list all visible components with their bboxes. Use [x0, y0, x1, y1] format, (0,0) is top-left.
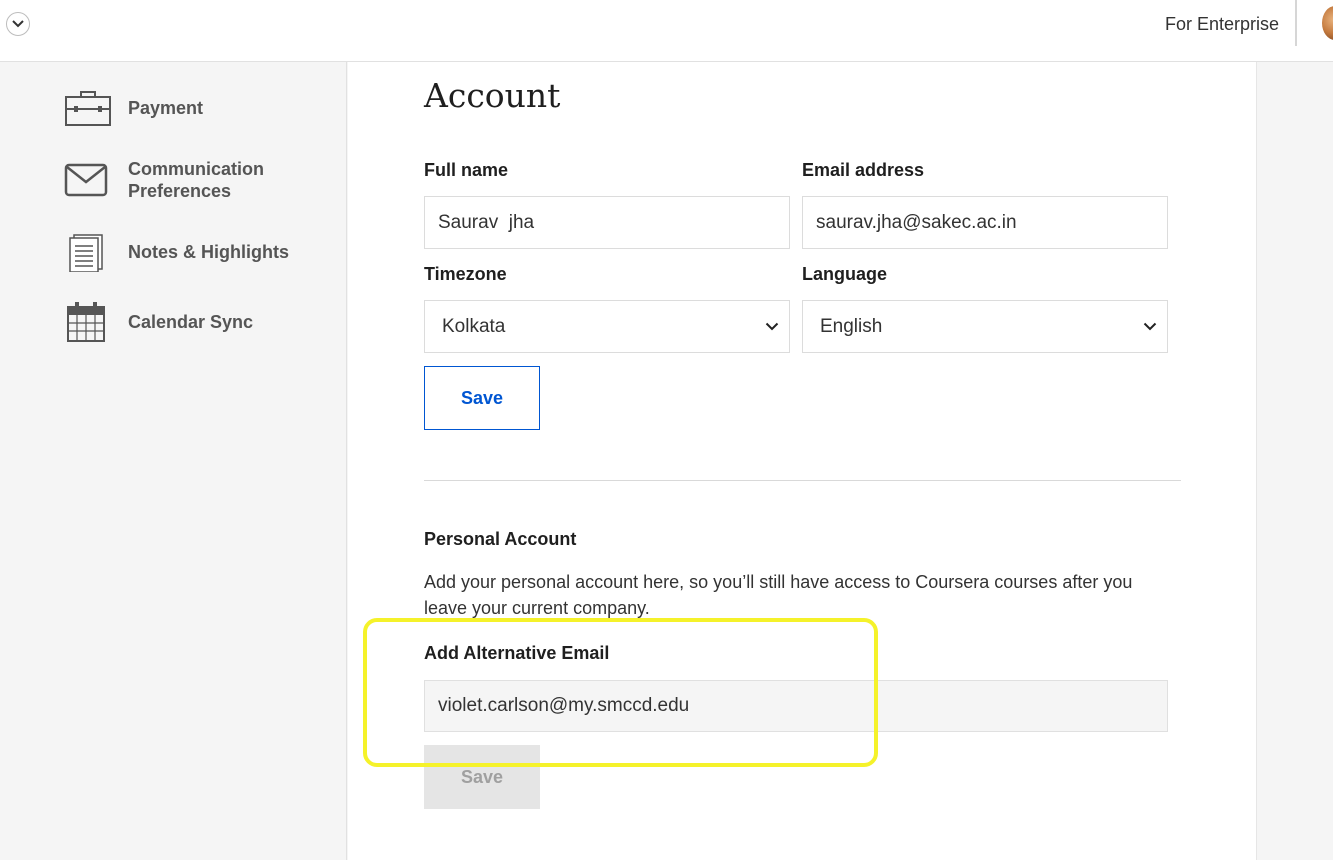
timezone-value: Kolkata — [442, 315, 506, 337]
alt-email-save-button[interactable]: Save — [424, 745, 540, 809]
language-value: English — [820, 315, 883, 337]
collapse-button[interactable] — [6, 12, 30, 36]
alt-email-input[interactable] — [424, 680, 1168, 732]
full-name-input[interactable] — [424, 196, 790, 249]
personal-account-title: Personal Account — [424, 529, 577, 549]
full-name-label: Full name — [424, 160, 509, 180]
section-divider — [424, 480, 1181, 481]
timezone-label: Timezone — [424, 264, 507, 284]
page-title: Account — [424, 76, 561, 115]
alt-email-label: Add Alternative Email — [424, 643, 610, 663]
chevron-down-icon — [765, 322, 779, 331]
save-button[interactable]: Save — [424, 366, 540, 430]
right-gutter — [1256, 62, 1333, 860]
chevron-down-icon — [1143, 322, 1157, 331]
briefcase-icon — [65, 91, 111, 126]
chevron-down-icon — [12, 20, 24, 28]
sidebar-item-label: Notes & Highlights — [128, 242, 289, 262]
sidebar-item-notes-highlights[interactable]: Notes & Highlights — [64, 232, 308, 272]
sidebar-item-label: Calendar Sync — [128, 312, 254, 332]
calendar-icon — [67, 302, 105, 342]
topbar-divider — [1295, 0, 1297, 46]
personal-account-description: Add your personal account here, so you’l… — [424, 572, 1133, 618]
sidebar-item-label: Communication Preferences — [128, 159, 265, 201]
top-bar: For Enterprise — [0, 0, 1333, 62]
sidebar-item-payment[interactable]: Payment — [64, 88, 308, 128]
language-label: Language — [802, 264, 888, 284]
envelope-icon — [64, 163, 108, 197]
avatar[interactable] — [1322, 6, 1333, 40]
sidebar-item-label: Payment — [128, 98, 204, 118]
timezone-select[interactable]: Kolkata — [424, 300, 790, 353]
email-input[interactable] — [802, 196, 1168, 249]
for-enterprise-link[interactable]: For Enterprise — [1165, 14, 1279, 35]
notes-icon — [69, 234, 103, 272]
email-label: Email address — [802, 160, 925, 180]
sidebar-item-calendar-sync[interactable]: Calendar Sync — [64, 302, 308, 342]
settings-sidebar: Payment Communication Preferences Notes … — [0, 62, 347, 860]
language-select[interactable]: English — [802, 300, 1168, 353]
sidebar-item-communication-preferences[interactable]: Communication Preferences — [64, 158, 308, 202]
account-panel: Account Full name Email address Timezone… — [348, 62, 1256, 860]
